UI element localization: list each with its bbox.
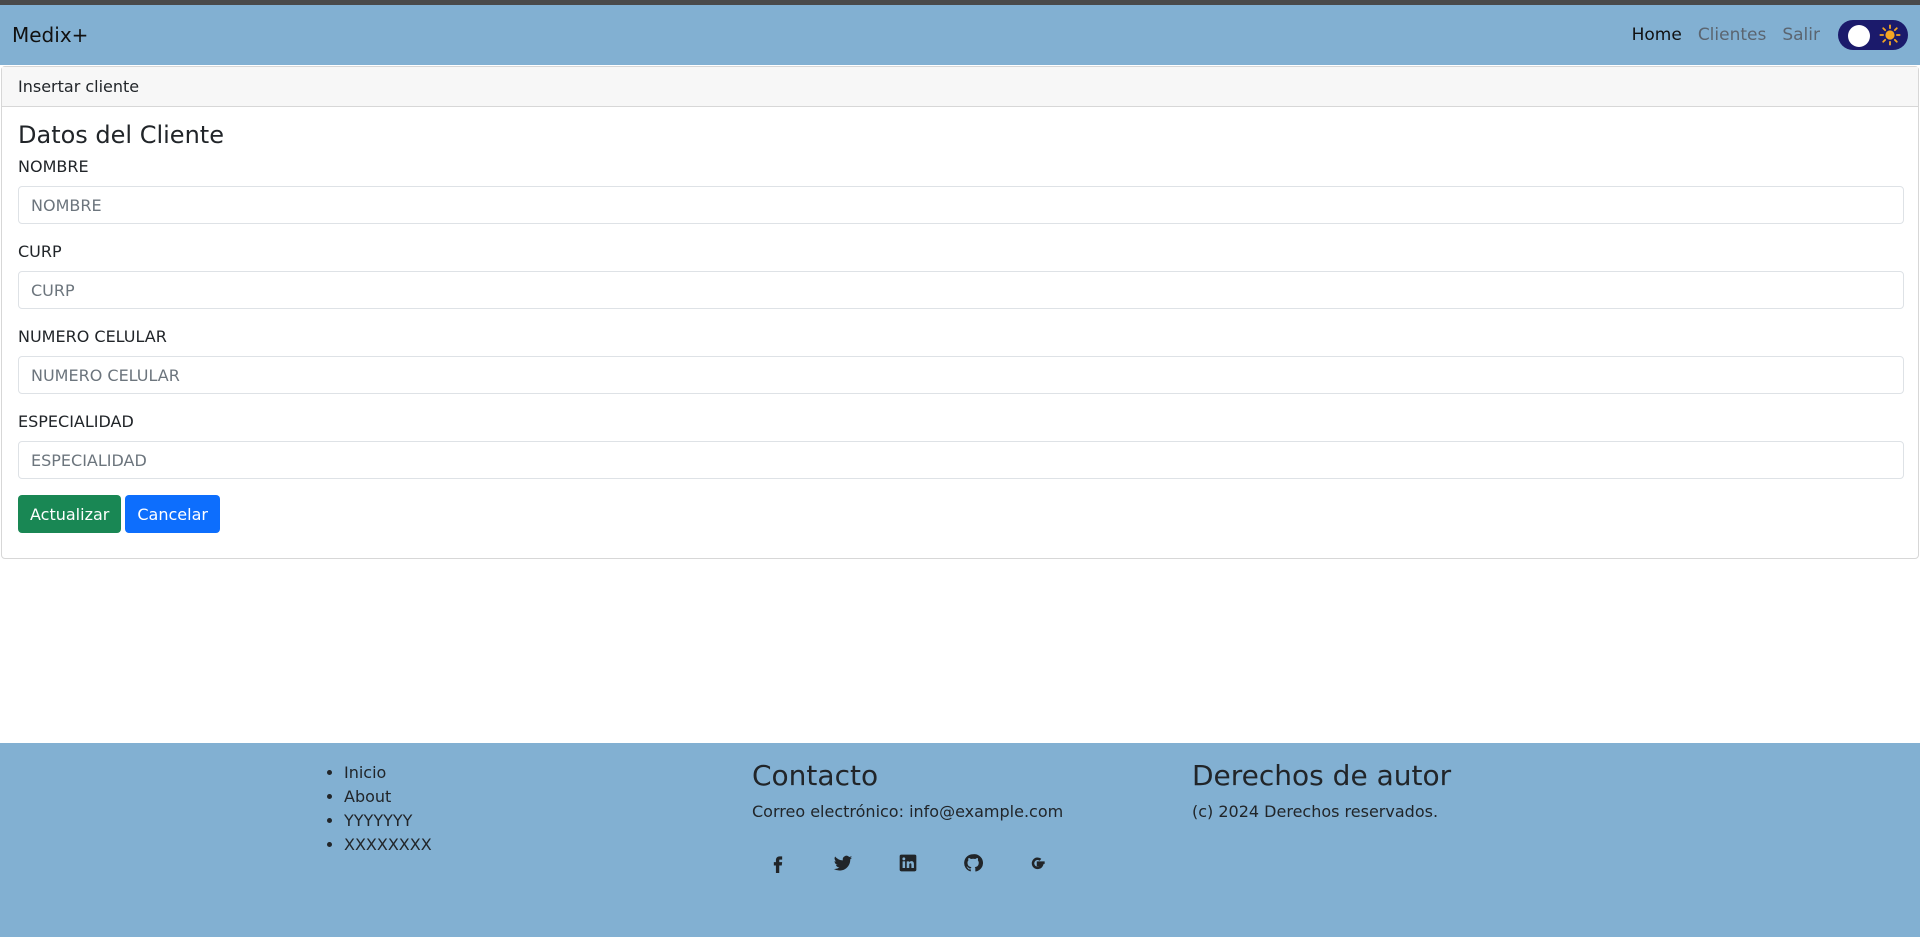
nav-link-home[interactable]: Home: [1632, 25, 1682, 45]
theme-toggle[interactable]: [1838, 20, 1908, 50]
nombre-label: NOMBRE: [18, 157, 89, 176]
nombre-input[interactable]: [18, 186, 1904, 224]
contact-email: Correo electrónico: info@example.com: [752, 802, 1064, 821]
toggle-knob: [1848, 25, 1870, 47]
numero-celular-input[interactable]: [18, 356, 1904, 394]
sun-icon: [1879, 24, 1901, 46]
field-especialidad: ESPECIALIDAD: [18, 412, 1904, 479]
github-icon[interactable]: [947, 851, 999, 875]
client-form-card: Insertar cliente Datos del Cliente NOMBR…: [1, 66, 1919, 559]
copyright-section: Derechos de autor (c) 2024 Derechos rese…: [1192, 759, 1451, 821]
form-actions: Actualizar Cancelar: [18, 495, 1902, 533]
update-button[interactable]: Actualizar: [18, 495, 122, 533]
field-numero-celular: NUMERO CELULAR: [18, 327, 1904, 394]
copyright-title: Derechos de autor: [1192, 759, 1452, 792]
navbar: Medix+ Home Clientes Salir: [0, 5, 1920, 65]
copyright-text: (c) 2024 Derechos reservados.: [1192, 802, 1439, 821]
footer-link-about[interactable]: About: [344, 785, 432, 809]
footer: Inicio About YYYYYYY XXXXXXXX Contacto C…: [0, 743, 1920, 937]
card-header: Insertar cliente: [2, 67, 1918, 107]
field-nombre: NOMBRE: [18, 157, 1904, 224]
nav-links: Home Clientes Salir: [1632, 20, 1908, 50]
contact-section: Contacto Correo electrónico: info@exampl…: [752, 759, 1077, 875]
cancel-button[interactable]: Cancelar: [125, 495, 220, 533]
nav-link-clientes[interactable]: Clientes: [1698, 25, 1767, 45]
contact-title: Contacto: [752, 759, 879, 792]
curp-label: CURP: [18, 242, 62, 261]
google-icon[interactable]: [1012, 851, 1064, 875]
especialidad-input[interactable]: [18, 441, 1904, 479]
numero-celular-label: NUMERO CELULAR: [18, 327, 167, 346]
footer-links: Inicio About YYYYYYY XXXXXXXX: [332, 761, 432, 857]
brand-logo[interactable]: Medix+: [12, 23, 88, 47]
nav-link-salir[interactable]: Salir: [1782, 25, 1820, 45]
field-curp: CURP: [18, 242, 1904, 309]
footer-link-inicio[interactable]: Inicio: [344, 761, 432, 785]
especialidad-label: ESPECIALIDAD: [18, 412, 134, 431]
form-title: Datos del Cliente: [18, 121, 224, 149]
facebook-icon[interactable]: [752, 851, 804, 875]
linkedin-icon[interactable]: [882, 851, 934, 875]
footer-link-yyyyyyy[interactable]: YYYYYYY: [344, 809, 432, 833]
card-body: Datos del Cliente NOMBRE CURP NUMERO CEL…: [2, 107, 1918, 547]
social-links: [752, 851, 1077, 875]
curp-input[interactable]: [18, 271, 1904, 309]
twitter-icon[interactable]: [817, 851, 869, 875]
footer-link-xxxxxxxx[interactable]: XXXXXXXX: [344, 833, 432, 857]
